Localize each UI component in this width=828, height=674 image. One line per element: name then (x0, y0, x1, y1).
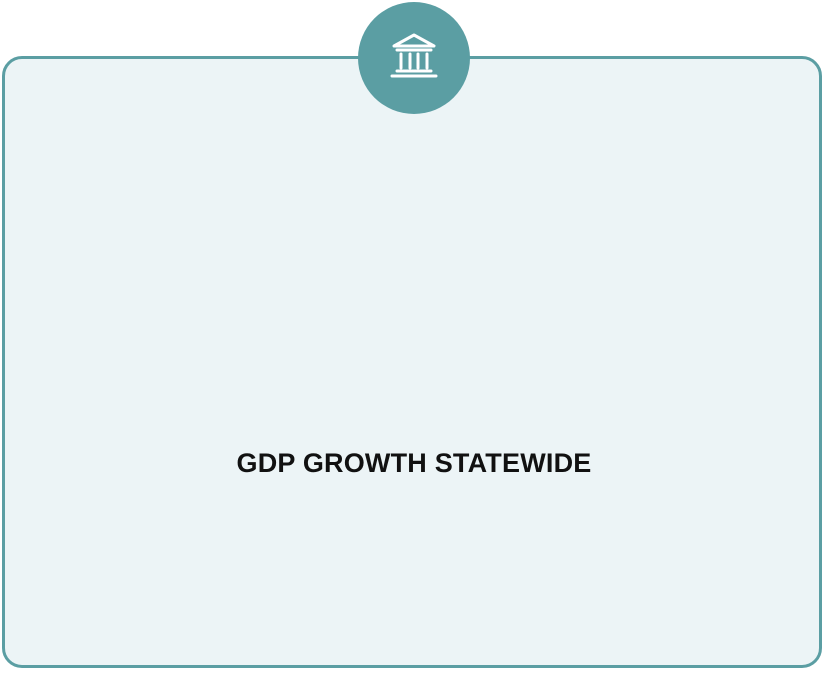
bank-building-icon (390, 33, 438, 78)
info-card-stage: GDP GROWTH STATEWIDE (0, 0, 828, 674)
icon-badge (358, 2, 470, 114)
info-card (2, 56, 822, 668)
card-title: GDP GROWTH STATEWIDE (236, 448, 592, 478)
